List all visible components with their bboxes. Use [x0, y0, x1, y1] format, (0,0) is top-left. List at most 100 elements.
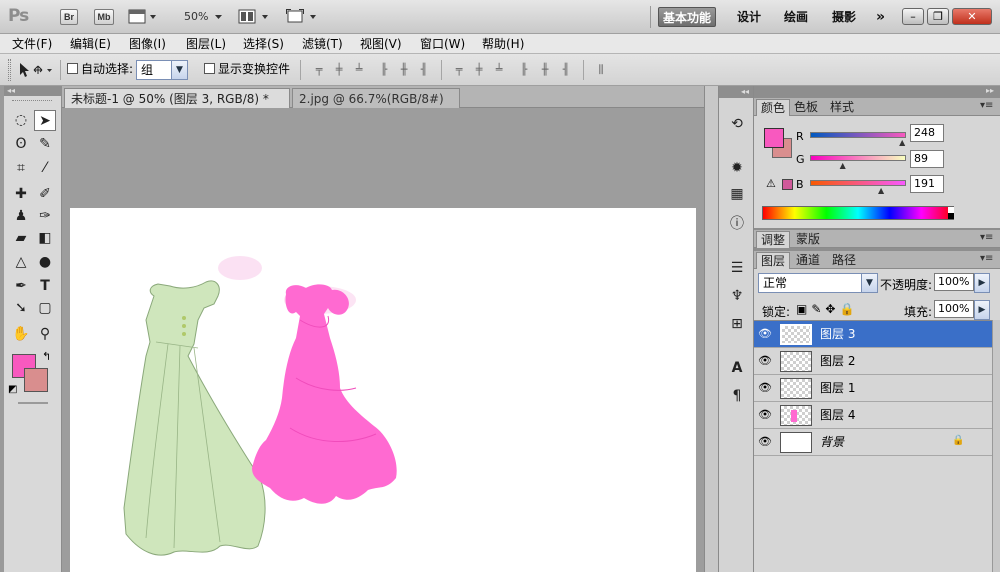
align-right-icon[interactable]: ╢ [417, 64, 431, 76]
shape-tool-icon[interactable]: ▢ [34, 298, 56, 319]
align-horizontal-center-icon[interactable]: ╫ [397, 64, 411, 76]
color-foreground-swatch[interactable] [764, 128, 784, 148]
tool-preset-picker[interactable] [18, 62, 54, 78]
clone-source-panel-icon[interactable]: ♆ [727, 286, 747, 306]
b-value-field[interactable]: 191 [910, 175, 944, 193]
layer-name[interactable]: 图层 2 [820, 354, 855, 368]
gamut-color-swatch[interactable] [782, 179, 793, 190]
auto-select-checkbox[interactable] [67, 63, 78, 74]
type-tool-icon[interactable]: T [34, 276, 56, 297]
tab-2-jpg[interactable]: 2.jpg @ 66.7%(RGB/8#)✕ [292, 88, 460, 125]
r-value-field[interactable]: 248 [910, 124, 944, 142]
layer-name[interactable]: 图层 3 [820, 327, 855, 341]
mini-bridge-button[interactable]: Mb [94, 9, 114, 25]
dodge-tool-icon[interactable]: ● [34, 252, 56, 273]
align-left-icon[interactable]: ╟ [377, 64, 391, 76]
chevron-down-icon[interactable]: ▼ [171, 60, 188, 80]
blur-tool-icon[interactable]: △ [10, 252, 32, 273]
visibility-eye-icon[interactable]: 👁 [758, 354, 772, 368]
menu-view[interactable]: 视图(V) [358, 34, 404, 54]
workspace-more-button[interactable]: » [872, 7, 889, 27]
workspace-painting[interactable]: 绘画 [780, 7, 812, 27]
swap-colors-icon[interactable]: ↰ [42, 350, 51, 363]
histogram-panel-icon[interactable]: ▦ [727, 184, 747, 204]
chevron-down-icon[interactable]: ▼ [861, 273, 878, 293]
lasso-tool-icon[interactable]: ʘ [10, 134, 32, 155]
paragraph-panel-icon[interactable]: ¶ [727, 386, 747, 406]
auto-align-layers-icon[interactable]: ⫼ [594, 64, 608, 76]
arrange-documents-button[interactable] [238, 9, 272, 25]
bridge-button[interactable]: Br [60, 9, 78, 25]
quick-mask-icon[interactable] [18, 402, 48, 404]
tab-styles[interactable]: 样式 [826, 99, 858, 116]
layer-row-3[interactable]: 👁 图层 3 [754, 321, 992, 348]
character-panel-icon[interactable]: A [727, 358, 747, 378]
navigator-panel-icon[interactable]: ✹ [727, 158, 747, 178]
history-panel-icon[interactable]: ⟲ [727, 114, 747, 134]
r-slider[interactable] [810, 132, 906, 138]
lock-transparent-icon[interactable]: ▣ [796, 302, 811, 316]
workspace-essentials[interactable]: 基本功能 [658, 7, 717, 27]
screen-mode-button[interactable] [286, 9, 320, 25]
tab-paths[interactable]: 路径 [828, 252, 860, 269]
close-button[interactable]: ✕ [952, 8, 992, 25]
tab-color[interactable]: 颜色 [756, 99, 791, 116]
default-colors-icon[interactable]: ◩ [8, 384, 17, 395]
panel-menu-icon[interactable]: ▾≡ [980, 100, 993, 111]
collapse-icon[interactable]: ◂◂ [7, 87, 15, 95]
zoom-tool-icon[interactable]: ⚲ [34, 324, 56, 345]
tab-adjustments[interactable]: 调整 [756, 231, 791, 248]
options-grip[interactable] [8, 59, 11, 81]
panel-menu-icon[interactable]: ▾≡ [980, 232, 993, 243]
menu-file[interactable]: 文件(F) [10, 34, 54, 54]
align-vertical-center-icon[interactable]: ╪ [332, 64, 346, 76]
r-slider-thumb[interactable]: ▲ [899, 138, 905, 147]
distribute-vcenter-icon[interactable]: ╪ [472, 64, 486, 76]
tab-masks[interactable]: 蒙版 [792, 231, 824, 248]
gradient-tool-icon[interactable]: ◧ [34, 228, 56, 249]
color-panel-header[interactable] [754, 86, 1000, 98]
zoom-level[interactable]: 50% [184, 10, 208, 23]
layer-row-1[interactable]: 👁 图层 1 [754, 375, 992, 402]
brush-tool-icon[interactable]: ✐ [34, 184, 56, 205]
fill-slider-arrow-icon[interactable]: ▶ [974, 300, 990, 320]
layer-row-background[interactable]: 👁 背景 🔒 [754, 429, 992, 456]
align-top-icon[interactable]: ╤ [312, 64, 326, 76]
collapse-icon[interactable]: ◂◂ [741, 87, 749, 96]
layer-name[interactable]: 背景 [820, 435, 844, 449]
workspace-photography[interactable]: 摄影 [828, 7, 860, 27]
color-spectrum-ramp[interactable] [762, 206, 954, 220]
lock-pixels-icon[interactable]: ✎ [811, 302, 825, 316]
healing-brush-tool-icon[interactable]: ✚ [10, 184, 32, 205]
layers-scrollbar[interactable] [992, 320, 1000, 572]
b-slider[interactable] [810, 180, 906, 186]
vertical-scrollbar[interactable] [704, 86, 718, 572]
collapse-icon[interactable]: ▸▸ [986, 86, 994, 95]
menu-filter[interactable]: 滤镜(T) [300, 34, 345, 54]
tab-layers[interactable]: 图层 [756, 252, 791, 269]
show-transform-checkbox[interactable] [204, 63, 215, 74]
menu-help[interactable]: 帮助(H) [480, 34, 526, 54]
clone-stamp-tool-icon[interactable]: ♟ [10, 206, 32, 227]
hand-tool-icon[interactable]: ✋ [10, 324, 32, 345]
opacity-field[interactable]: 100% [934, 273, 974, 291]
g-slider-thumb[interactable]: ▲ [840, 161, 846, 170]
eraser-tool-icon[interactable]: ▰ [10, 228, 32, 249]
panel-menu-icon[interactable]: ▾≡ [980, 253, 993, 264]
info-panel-icon[interactable]: ⓘ [727, 214, 747, 234]
lock-position-icon[interactable]: ✥ [825, 302, 839, 316]
path-selection-tool-icon[interactable]: ➘ [10, 298, 32, 319]
pen-tool-icon[interactable]: ✒ [10, 276, 32, 297]
align-bottom-icon[interactable]: ╧ [352, 64, 366, 76]
tool-presets-panel-icon[interactable]: ⊞ [727, 314, 747, 334]
eyedropper-tool-icon[interactable]: ⁄ [34, 158, 56, 179]
tools-grip[interactable] [12, 100, 52, 102]
move-tool-icon[interactable]: ➤ [34, 110, 56, 131]
g-slider[interactable] [810, 155, 906, 161]
g-value-field[interactable]: 89 [910, 150, 944, 168]
lock-options[interactable]: ▣✎✥🔒 [796, 302, 858, 316]
layer-name[interactable]: 图层 1 [820, 381, 855, 395]
quick-select-tool-icon[interactable]: ✎ [34, 134, 56, 155]
tab-untitled-1[interactable]: 未标题-1 @ 50% (图层 3, RGB/8) *✕ [64, 88, 290, 125]
document-canvas[interactable] [70, 208, 696, 572]
